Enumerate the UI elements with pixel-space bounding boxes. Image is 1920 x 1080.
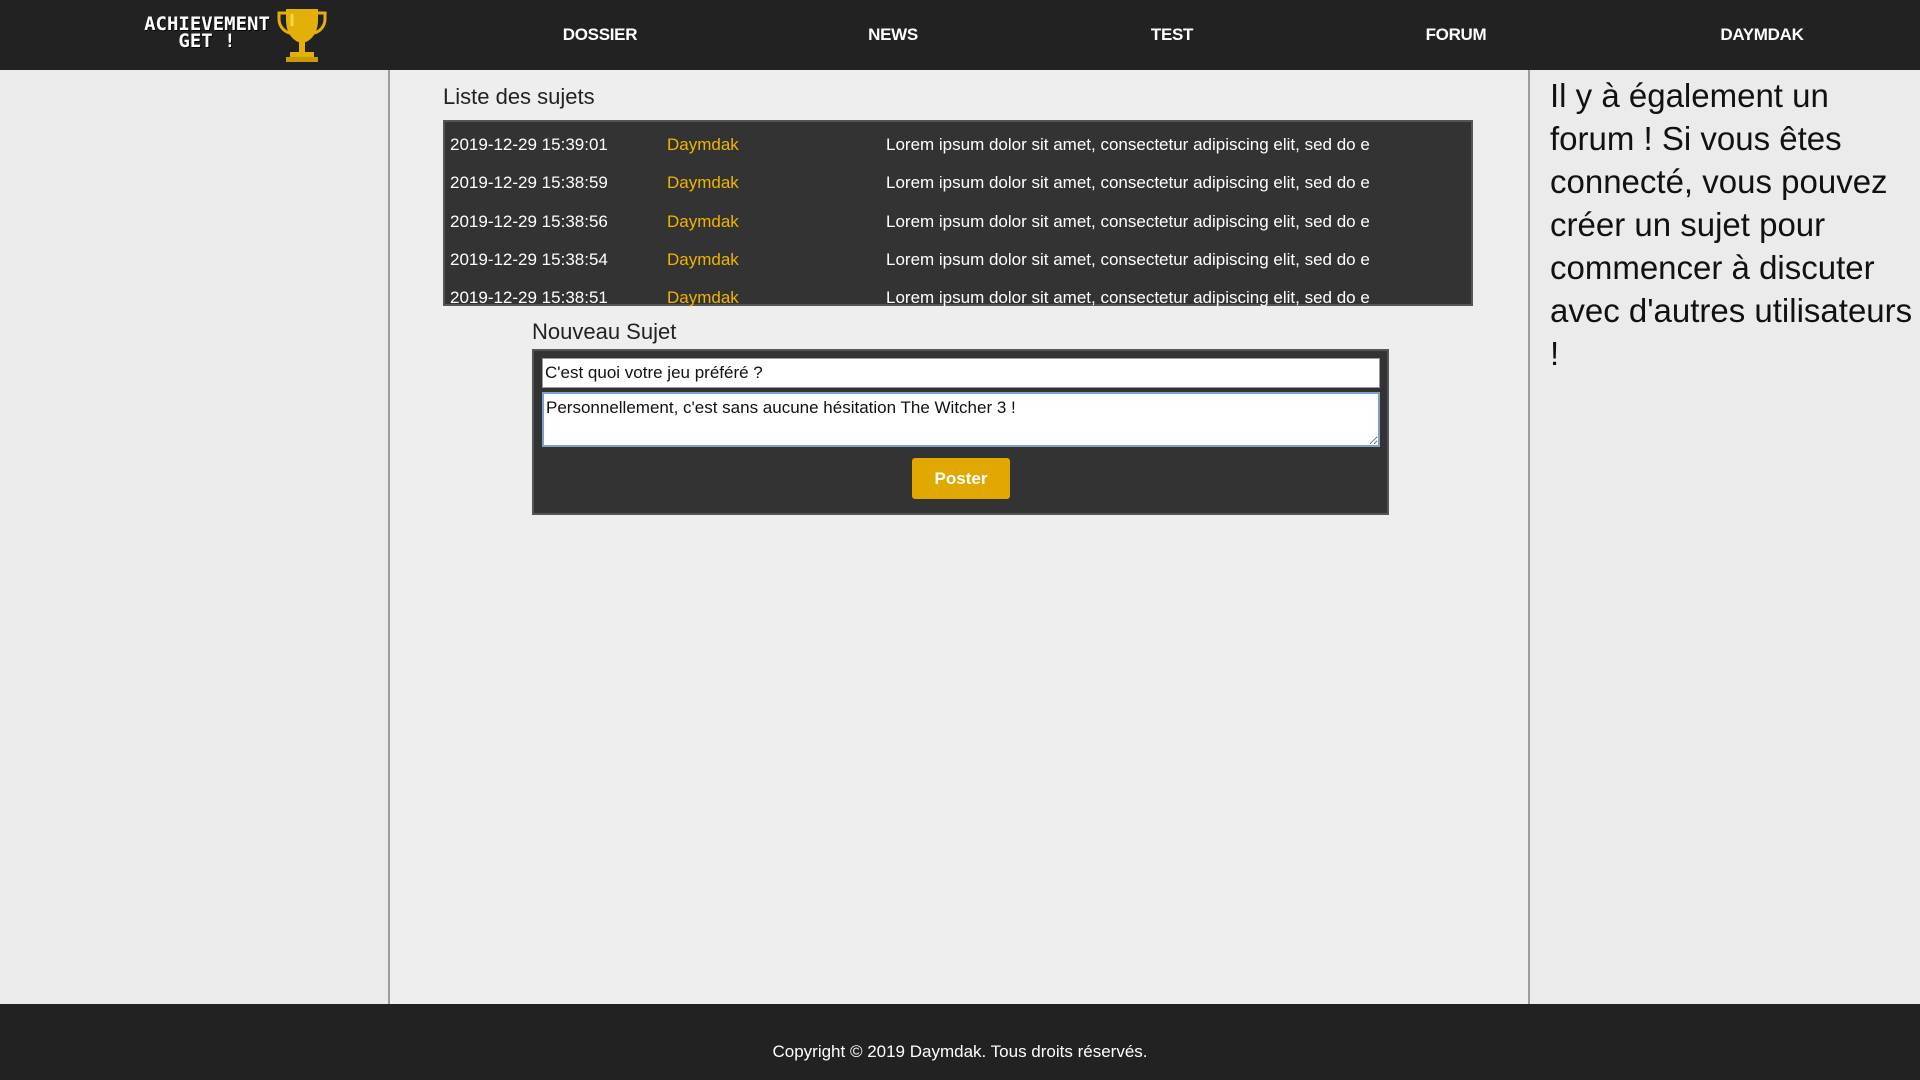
topic-date: 2019-12-29 15:38:51 <box>450 288 608 308</box>
topic-excerpt[interactable]: Lorem ipsum dolor sit amet, consectetur … <box>886 241 1370 279</box>
topic-list: 2019-12-29 15:39:01 Daymdak Lorem ipsum … <box>443 120 1473 307</box>
nav-test[interactable]: TEST <box>1092 0 1252 70</box>
topic-row[interactable]: 2019-12-29 15:38:51 Daymdak Lorem ipsum … <box>445 279 1471 317</box>
topic-row[interactable]: 2019-12-29 15:38:56 Daymdak Lorem ipsum … <box>445 203 1471 241</box>
nav-forum[interactable]: FORUM <box>1376 0 1536 70</box>
copyright-text: Copyright © 2019 Daymdak. Tous droits ré… <box>772 1042 1148 1061</box>
message-textarea[interactable]: Personnellement, c'est sans aucune hésit… <box>542 392 1380 447</box>
forum-info-text: Il y à également un forum ! Si vous êtes… <box>1550 77 1913 372</box>
nav-dossier[interactable]: DOSSIER <box>520 0 680 70</box>
topic-date: 2019-12-29 15:38:59 <box>450 173 608 193</box>
new-topic-form: Personnellement, c'est sans aucune hésit… <box>532 349 1389 515</box>
site-logo[interactable]: ACHIEVEMENT GET ! <box>122 6 327 64</box>
logo-text: ACHIEVEMENT GET ! <box>122 15 292 52</box>
topic-author-link[interactable]: Daymdak <box>667 164 739 202</box>
topic-excerpt[interactable]: Lorem ipsum dolor sit amet, consectetur … <box>886 203 1370 241</box>
nav-news[interactable]: NEWS <box>813 0 973 70</box>
topic-row[interactable]: 2019-12-29 15:38:59 Daymdak Lorem ipsum … <box>445 164 1471 202</box>
topic-author-link[interactable]: Daymdak <box>667 241 739 279</box>
topic-date: 2019-12-29 15:39:01 <box>450 135 608 154</box>
topic-author-link[interactable]: Daymdak <box>667 279 739 317</box>
top-navbar: ACHIEVEMENT GET ! DOSSIER NEWS TEST FORU… <box>0 0 1920 70</box>
right-sidebar: Il y à également un forum ! Si vous êtes… <box>1528 70 1920 1004</box>
topic-row[interactable]: 2019-12-29 15:39:01 Daymdak Lorem ipsum … <box>445 126 1471 164</box>
new-topic-title: Nouveau Sujet <box>532 319 677 344</box>
footer: Copyright © 2019 Daymdak. Tous droits ré… <box>0 1004 1920 1080</box>
topic-row[interactable]: 2019-12-29 15:38:54 Daymdak Lorem ipsum … <box>445 241 1471 279</box>
topic-author-link[interactable]: Daymdak <box>667 203 739 241</box>
topic-date: 2019-12-29 15:38:56 <box>450 211 608 231</box>
trophy-icon <box>277 9 327 62</box>
topic-excerpt[interactable]: Lorem ipsum dolor sit amet, consectetur … <box>886 279 1370 317</box>
topic-excerpt[interactable]: Lorem ipsum dolor sit amet, consectetur … <box>886 164 1370 202</box>
left-sidebar <box>0 70 390 1004</box>
post-button[interactable]: Poster <box>912 458 1010 499</box>
subject-input[interactable] <box>542 358 1380 388</box>
topic-excerpt[interactable]: Lorem ipsum dolor sit amet, consectetur … <box>886 126 1370 164</box>
logo-line-2: GET ! <box>178 30 236 52</box>
main-content: Liste des sujets 2019-12-29 15:39:01 Day… <box>390 70 1528 1004</box>
topics-title: Liste des sujets <box>443 84 595 109</box>
nav-daymdak[interactable]: DAYMDAK <box>1682 0 1842 70</box>
topic-author-link[interactable]: Daymdak <box>667 126 739 164</box>
topic-date: 2019-12-29 15:38:54 <box>450 249 608 269</box>
